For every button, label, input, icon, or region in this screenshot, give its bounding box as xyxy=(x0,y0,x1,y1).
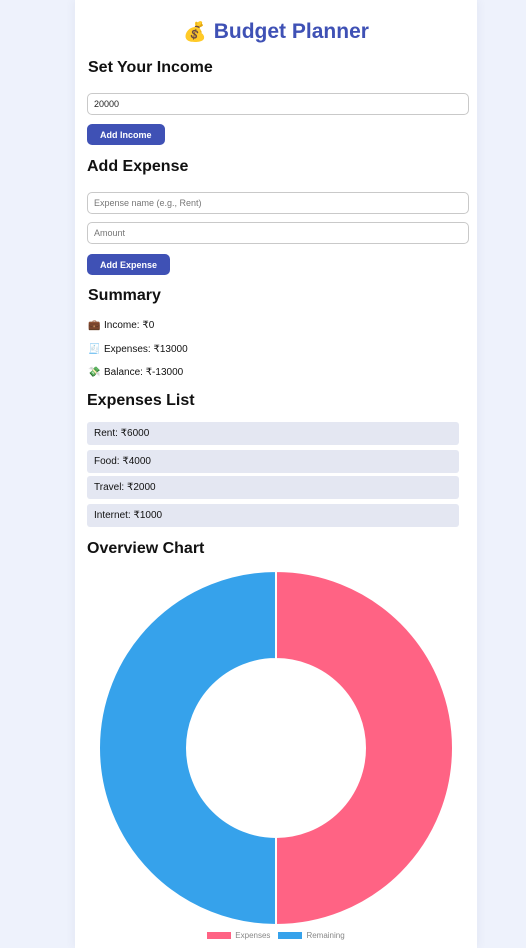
expense-amount-input[interactable] xyxy=(87,222,469,244)
add-income-button[interactable]: Add Income xyxy=(87,124,165,145)
money-wings-icon: 💸 xyxy=(88,367,101,378)
summary-heading: Summary xyxy=(88,287,161,304)
chart-legend: Expenses Remaining xyxy=(75,931,477,940)
legend-swatch-remaining xyxy=(278,932,303,940)
legend-swatch-expenses xyxy=(207,932,232,940)
legend-label-expenses: Expenses xyxy=(235,931,271,940)
legend-label-remaining: Remaining xyxy=(306,931,345,940)
slice-remaining[interactable] xyxy=(98,569,277,927)
income-heading: Set Your Income xyxy=(88,59,213,76)
expenses-list-heading: Expenses List xyxy=(87,392,195,409)
chart-heading: Overview Chart xyxy=(87,540,205,557)
money-bag-icon: 💰 xyxy=(183,22,207,43)
page-title: 💰 Budget Planner xyxy=(75,20,477,44)
add-expense-heading: Add Expense xyxy=(87,158,189,175)
expense-name-input[interactable] xyxy=(87,192,469,214)
legend-item-expenses[interactable]: Expenses xyxy=(207,931,270,940)
list-item: Travel: ₹2000 xyxy=(87,476,459,499)
summary-expenses: 🧾 Expenses: ₹13000 xyxy=(88,344,188,355)
summary-income-text: Income: ₹0 xyxy=(104,320,155,331)
income-input[interactable] xyxy=(87,93,469,115)
summary-balance: 💸 Balance: ₹-13000 xyxy=(88,367,183,378)
summary-expenses-text: Expenses: ₹13000 xyxy=(104,344,188,355)
overview-doughnut-chart xyxy=(98,569,454,927)
receipt-icon: 🧾 xyxy=(88,344,101,355)
add-expense-button[interactable]: Add Expense xyxy=(87,254,171,275)
list-item: Food: ₹4000 xyxy=(87,450,459,473)
page-title-text: Budget Planner xyxy=(213,20,369,43)
summary-balance-text: Balance: ₹-13000 xyxy=(104,367,184,378)
budget-card: 💰 Budget Planner Set Your Income Add Inco… xyxy=(75,0,477,948)
briefcase-icon: 💼 xyxy=(88,320,101,331)
list-item: Rent: ₹6000 xyxy=(87,422,459,445)
list-item: Internet: ₹1000 xyxy=(87,504,459,527)
legend-item-remaining[interactable]: Remaining xyxy=(278,931,345,940)
slice-expenses[interactable] xyxy=(275,569,454,927)
summary-income: 💼 Income: ₹0 xyxy=(88,320,154,331)
